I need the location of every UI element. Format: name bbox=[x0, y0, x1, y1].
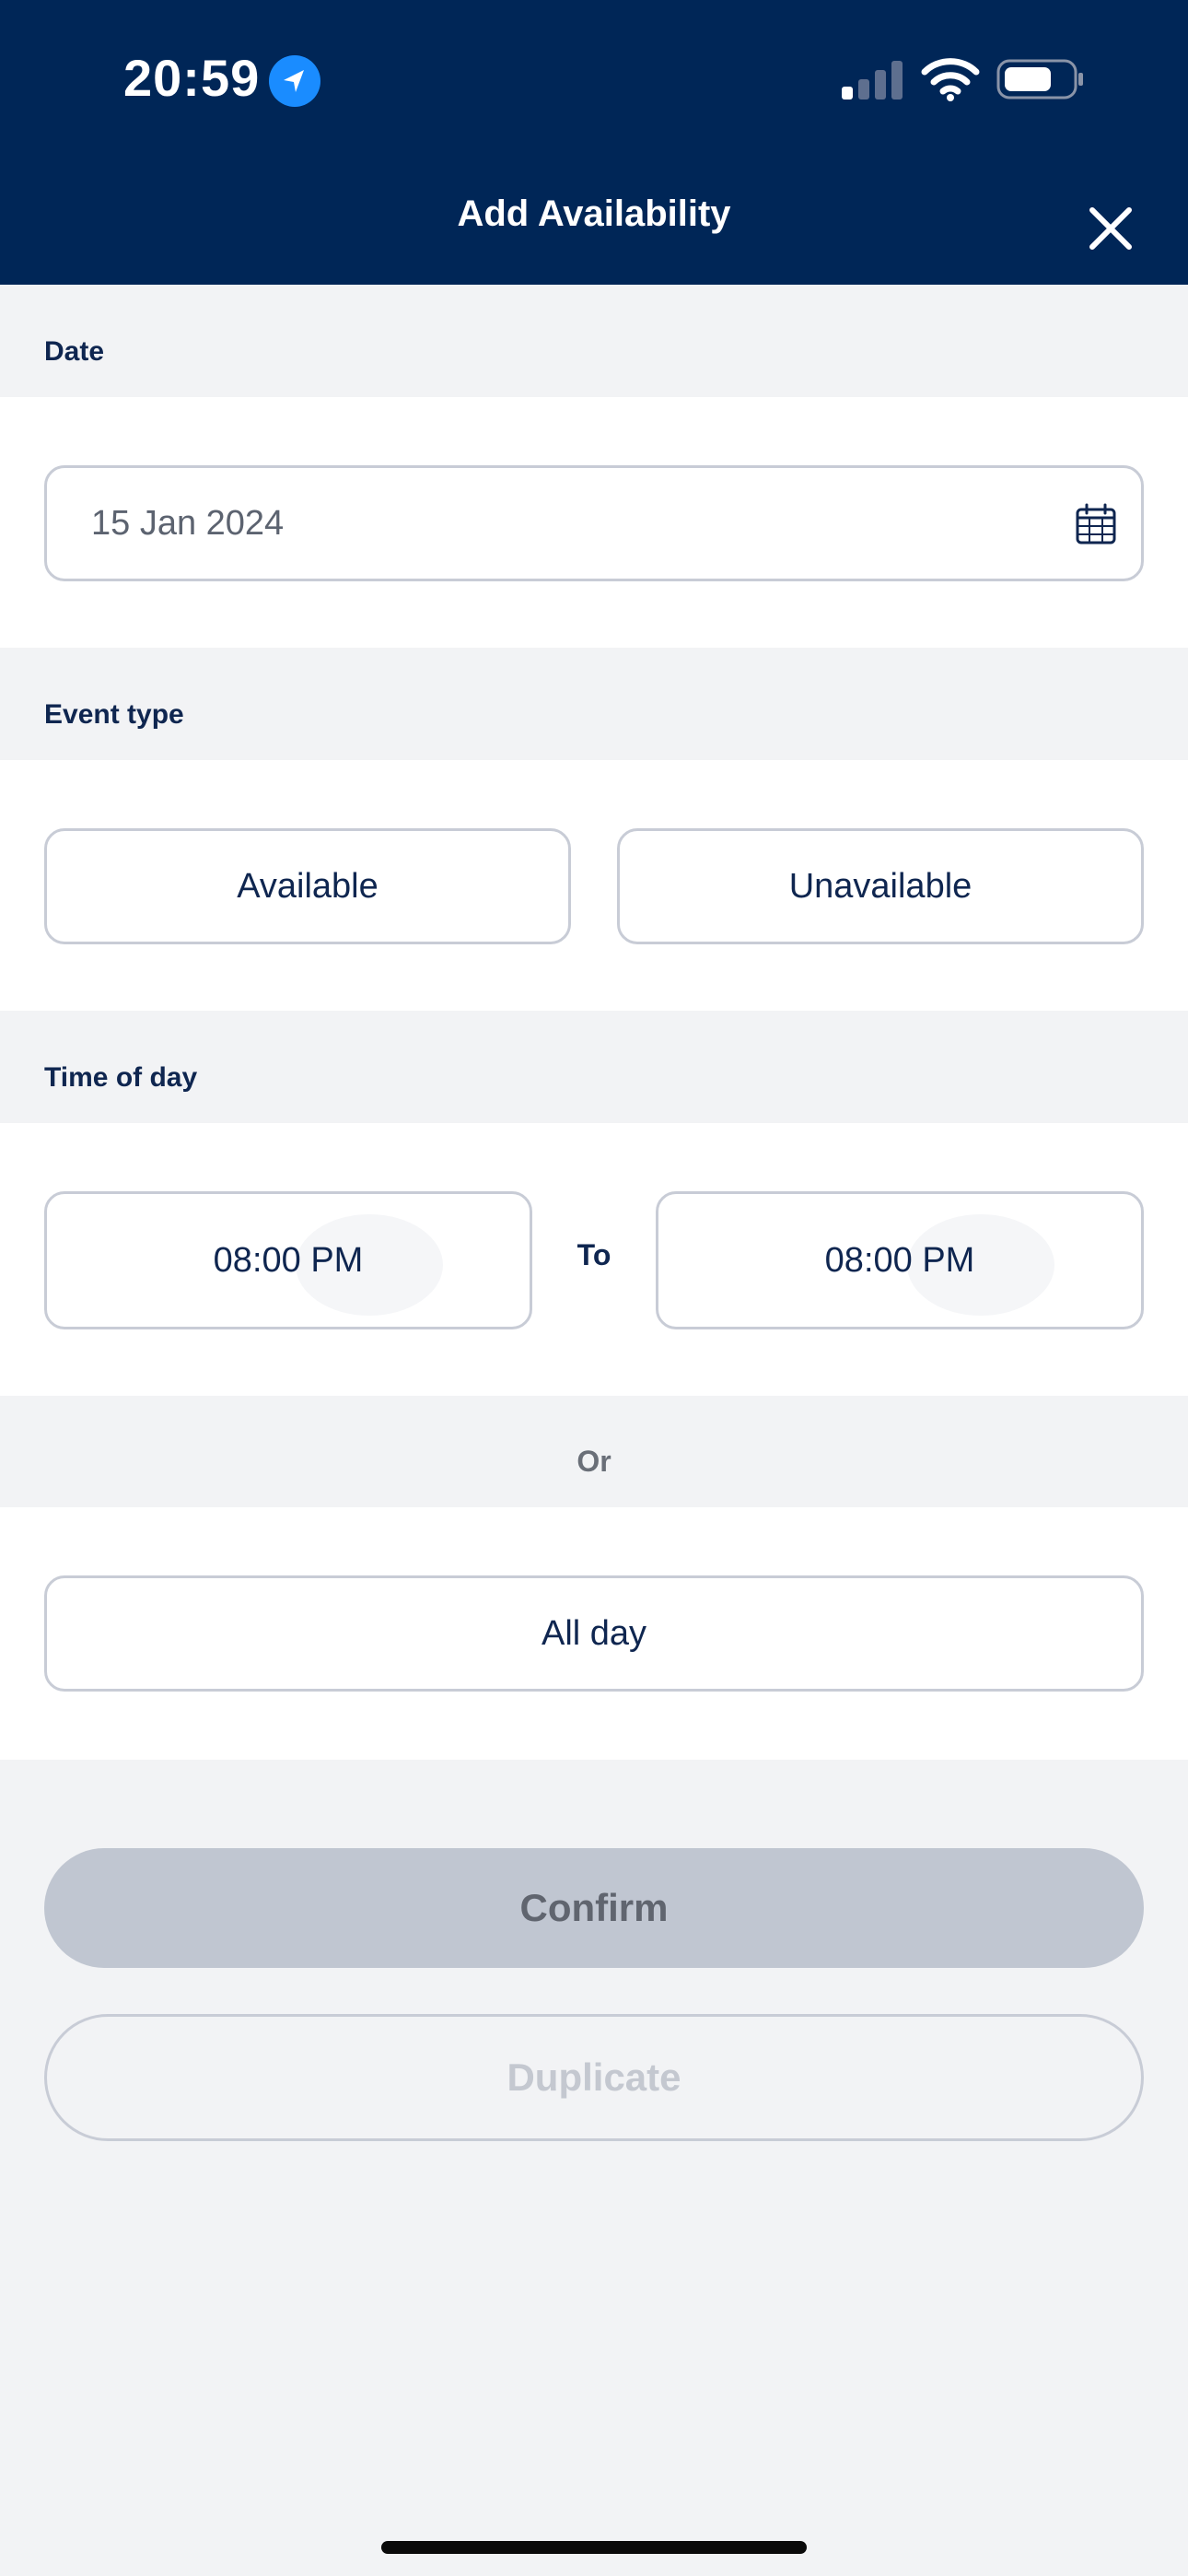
location-arrow-icon bbox=[269, 55, 320, 107]
start-time-picker[interactable]: 08:00 PM bbox=[44, 1191, 532, 1329]
time-of-day-label: Time of day bbox=[44, 1062, 198, 1093]
signal-icon bbox=[842, 61, 903, 100]
home-indicator[interactable] bbox=[381, 2541, 807, 2554]
confirm-label: Confirm bbox=[519, 1886, 669, 1929]
calendar-icon[interactable] bbox=[1075, 503, 1117, 545]
page-title: Add Availability bbox=[457, 193, 731, 234]
date-label: Date bbox=[44, 336, 105, 367]
battery-icon bbox=[996, 57, 1085, 101]
start-time-value: 08:00 PM bbox=[213, 1241, 364, 1280]
available-option-label: Available bbox=[237, 867, 379, 906]
event-type-section: Available Unavailable bbox=[0, 760, 1188, 1011]
event-type-section-header: Event type bbox=[0, 648, 1188, 760]
end-time-picker[interactable]: 08:00 PM bbox=[656, 1191, 1144, 1329]
or-separator: Or bbox=[577, 1445, 611, 1478]
event-type-label: Event type bbox=[44, 699, 184, 730]
all-day-section: All day bbox=[0, 1507, 1188, 1760]
app-header: 20:59 Add Availability bbox=[0, 0, 1188, 285]
all-day-button[interactable]: All day bbox=[44, 1575, 1144, 1692]
end-time-value: 08:00 PM bbox=[824, 1241, 975, 1280]
unavailable-option-label: Unavailable bbox=[788, 867, 973, 906]
wifi-icon bbox=[921, 57, 980, 101]
date-section-header: Date bbox=[0, 285, 1188, 397]
close-icon[interactable] bbox=[1083, 201, 1138, 256]
unavailable-option-button[interactable]: Unavailable bbox=[617, 828, 1144, 944]
available-option-button[interactable]: Available bbox=[44, 828, 571, 944]
duplicate-button[interactable]: Duplicate bbox=[44, 2014, 1144, 2141]
time-of-day-section-header: Time of day bbox=[0, 1011, 1188, 1123]
confirm-button[interactable]: Confirm bbox=[44, 1848, 1144, 1968]
to-separator: To bbox=[577, 1238, 611, 1271]
date-value: 15 Jan 2024 bbox=[91, 504, 285, 543]
duplicate-label: Duplicate bbox=[507, 2055, 681, 2099]
date-section: 15 Jan 2024 bbox=[0, 397, 1188, 648]
status-time: 20:59 bbox=[123, 49, 261, 107]
date-field[interactable]: 15 Jan 2024 bbox=[44, 465, 1144, 581]
all-day-label: All day bbox=[541, 1614, 647, 1653]
